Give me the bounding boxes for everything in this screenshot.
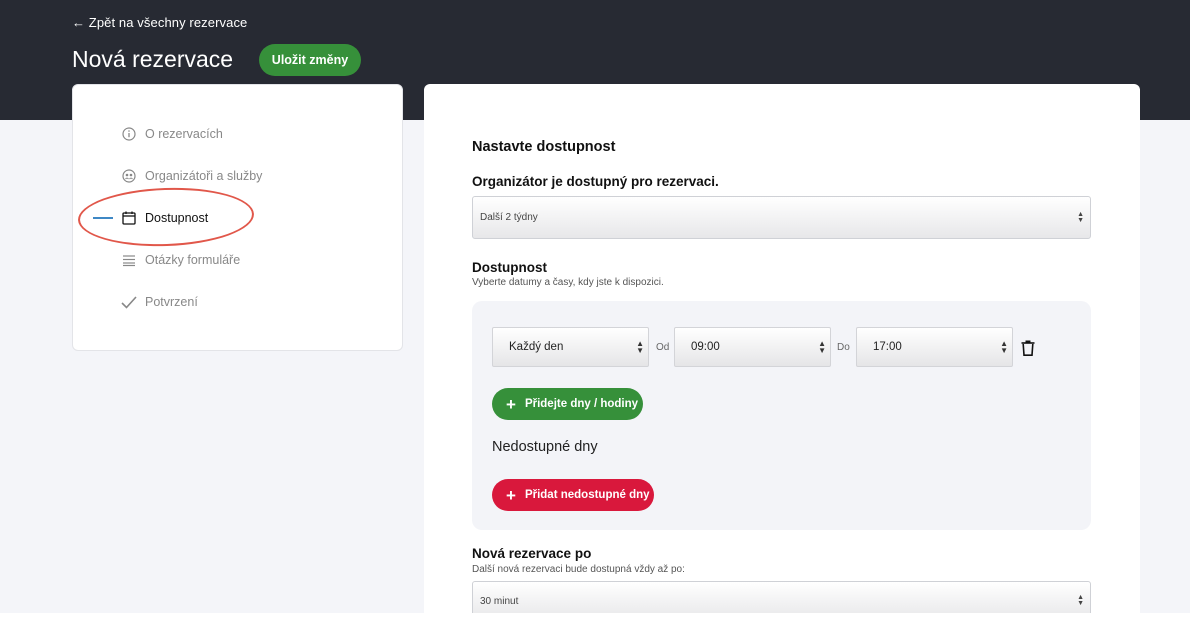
page-title: Nová rezervace: [72, 46, 234, 72]
sidebar-item-confirmation[interactable]: Potvrzení: [121, 292, 198, 312]
new-booking-interval-select[interactable]: 30 minut ▲ ▼: [472, 581, 1091, 617]
lines-icon: [121, 252, 137, 268]
save-button[interactable]: Uložit změny: [259, 44, 361, 76]
to-label: Do: [837, 342, 850, 353]
add-unavailable-days-label: Přidat nedostupné dny: [524, 489, 650, 501]
trash-icon[interactable]: [1021, 340, 1035, 361]
from-time-select[interactable]: 09:00 ▲ ▼: [674, 327, 831, 367]
day-value: Každý den: [509, 341, 564, 353]
add-days-hours-button[interactable]: + Přidejte dny / hodiny: [492, 388, 643, 420]
select-arrows-icon: ▲ ▼: [636, 339, 644, 355]
day-select[interactable]: Každý den ▲ ▼: [492, 327, 649, 367]
add-unavailable-days-button[interactable]: + Přidat nedostupné dny: [492, 479, 654, 511]
organizer-label: Organizátor je dostupný pro rezervaci.: [472, 174, 719, 189]
new-booking-interval-value: 30 minut: [480, 595, 519, 607]
new-booking-hint: Další nová rezervaci bude dostupná vždy …: [472, 564, 685, 575]
unavailable-days-title: Nedostupné dny: [492, 439, 598, 455]
select-arrows-icon: ▲ ▼: [1077, 594, 1084, 607]
main-panel: Nastavte dostupnost Organizátor je dostu…: [424, 84, 1140, 617]
bottom-edge: [0, 613, 1190, 617]
to-time-select[interactable]: 17:00 ▲ ▼: [856, 327, 1013, 367]
sidebar-item-label: O rezervacích: [145, 127, 223, 141]
select-arrows-icon: ▲ ▼: [1077, 210, 1084, 224]
availability-hint: Vyberte datumy a časy, kdy jste k dispoz…: [472, 277, 664, 288]
plus-icon: +: [506, 394, 516, 414]
availability-box: Každý den ▲ ▼ Od 09:00 ▲ ▼ Do 17:00 ▲ ▼ + P…: [472, 301, 1091, 530]
sidebar-item-label: Organizátoři a služby: [145, 169, 263, 183]
organizer-period-select[interactable]: Další 2 týdny ▲ ▼: [472, 196, 1091, 239]
from-label: Od: [656, 342, 670, 353]
sidebar-item-about[interactable]: O rezervacích: [121, 124, 223, 144]
add-days-hours-label: Přidejte dny / hodiny: [524, 398, 639, 410]
plus-icon: +: [506, 485, 516, 505]
select-arrows-icon: ▲ ▼: [818, 339, 826, 355]
new-booking-title: Nová rezervace po: [472, 546, 592, 561]
sidebar-item-form-questions[interactable]: Otázky formuláře: [121, 250, 240, 270]
back-link[interactable]: ← Zpět na všechny rezervace: [72, 15, 247, 30]
people-icon: [121, 168, 137, 184]
availability-title: Dostupnost: [472, 260, 547, 275]
select-arrows-icon: ▲ ▼: [1000, 339, 1008, 355]
section-title: Nastavte dostupnost: [472, 139, 616, 155]
sidebar-item-label: Otázky formuláře: [145, 253, 241, 267]
checkmark-icon: [121, 294, 137, 310]
sidebar-item-label: Potvrzení: [145, 295, 198, 309]
info-icon: [121, 126, 137, 142]
to-time-value: 17:00: [873, 341, 902, 353]
sidebar-item-organizers[interactable]: Organizátoři a služby: [121, 166, 262, 186]
from-time-value: 09:00: [691, 341, 720, 353]
organizer-period-value: Další 2 týdny: [480, 212, 538, 223]
